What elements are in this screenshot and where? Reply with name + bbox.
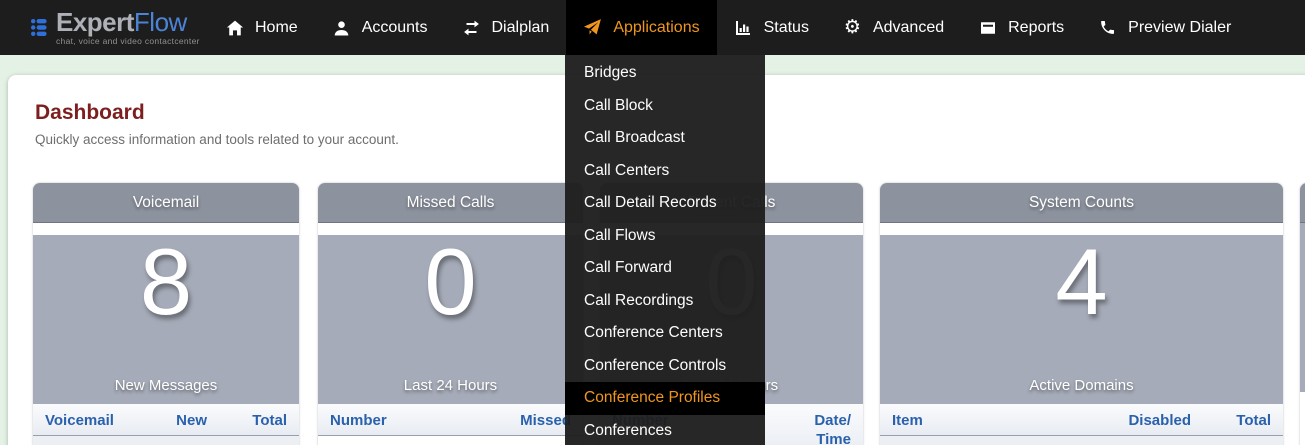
nav-item-home[interactable]: Home [208, 0, 315, 55]
card-value: 4 [880, 235, 1283, 329]
menu-item-call-broadcast[interactable]: Call Broadcast [565, 122, 765, 155]
phone-icon [1098, 18, 1117, 37]
nav-item-label: Advanced [873, 19, 944, 37]
card-title: System Counts [880, 183, 1283, 223]
card-value-label: Last 24 Hours [318, 377, 583, 394]
column-header-item: Item [892, 412, 1071, 429]
screen: ExpertFlow chat, voice and video contact… [0, 0, 1305, 445]
brand-logo-icon [30, 15, 52, 41]
menu-item-call-centers[interactable]: Call Centers [565, 155, 765, 188]
table-row: Domains04 [880, 436, 1283, 445]
nav-item-dialplan[interactable]: Dialplan [445, 0, 567, 55]
card-partial [1300, 183, 1305, 445]
menu-item-conference-controls[interactable]: Conference Controls [565, 350, 765, 383]
card-value: 8 [33, 235, 299, 329]
card-title: Voicemail [33, 183, 299, 223]
table-row: 362500 [33, 436, 299, 445]
bar-chart-icon [734, 18, 753, 37]
nav-item-label: Reports [1008, 19, 1064, 37]
nav-menu: Home Accounts Dialplan Applications Status ⚙ A… [208, 0, 1248, 55]
menu-item-call-detail-records[interactable]: Call Detail Records [565, 187, 765, 220]
user-icon [332, 18, 351, 37]
table-header-row: NumberMissed [318, 404, 583, 436]
nav-item-label: Applications [613, 19, 699, 37]
paper-plane-icon [583, 18, 602, 37]
menu-item-call-block[interactable]: Call Block [565, 90, 765, 123]
brand-name-primary: Expert [56, 7, 134, 37]
column-header-disabled: Disabled [1071, 412, 1191, 429]
card-value-label: Active Domains [880, 377, 1283, 394]
card-title [1300, 183, 1305, 223]
nav-item-advanced[interactable]: ⚙ Advanced [826, 0, 961, 55]
nav-item-label: Accounts [362, 19, 428, 37]
card-body [1300, 223, 1305, 392]
nav-item-label: Home [255, 19, 298, 37]
menu-item-call-flows[interactable]: Call Flows [565, 220, 765, 253]
report-icon [978, 18, 997, 37]
card-title: Missed Calls [318, 183, 583, 223]
card-body: 4 Active Domains [880, 235, 1283, 404]
column-header-voicemail: Voicemail [45, 412, 127, 429]
menu-item-bridges[interactable]: Bridges [565, 57, 765, 90]
column-header-number: Number [330, 412, 491, 429]
brand-tagline: chat, voice and video contactcenter [56, 37, 200, 46]
swap-arrows-icon [462, 18, 481, 37]
nav-item-applications[interactable]: Applications [566, 0, 716, 55]
column-header-new: New [127, 412, 207, 429]
menu-item-call-forward[interactable]: Call Forward [565, 252, 765, 285]
menu-item-conferences[interactable]: Conferences [565, 415, 765, 445]
column-header-date-time: Date/ Time [796, 412, 851, 445]
nav-item-accounts[interactable]: Accounts [315, 0, 445, 55]
nav-item-label: Dialplan [492, 19, 550, 37]
brand-logo[interactable]: ExpertFlow chat, voice and video contact… [30, 0, 200, 55]
card-body: 8 New Messages [33, 235, 299, 404]
nav-item-reports[interactable]: Reports [961, 0, 1081, 55]
column-header-total: Total [1191, 412, 1271, 429]
nav-item-status[interactable]: Status [717, 0, 826, 55]
card-missed-calls: Missed Calls0Last 24 HoursNumberMissedVi… [318, 183, 583, 445]
menu-item-call-recordings[interactable]: Call Recordings [565, 285, 765, 318]
card-system-counts: System Counts 4 Active Domains ItemDisabled… [880, 183, 1283, 445]
applications-dropdown-menu: BridgesCall BlockCall BroadcastCall Cent… [565, 55, 765, 445]
view-all-link[interactable]: View All [318, 436, 583, 445]
brand-text: ExpertFlow chat, voice and video contact… [56, 9, 200, 46]
column-header-missed: Missed [491, 412, 571, 429]
brand-name-secondary: Flow [134, 7, 187, 37]
top-navbar: ExpertFlow chat, voice and video contact… [0, 0, 1305, 55]
menu-item-conference-centers[interactable]: Conference Centers [565, 317, 765, 350]
nav-item-preview-dialer[interactable]: Preview Dialer [1081, 0, 1248, 55]
table-header-row: VoicemailNewTotal [33, 404, 299, 436]
nav-item-label: Status [764, 19, 809, 37]
nav-item-label: Preview Dialer [1128, 19, 1231, 37]
card-voicemail: Voicemail8New MessagesVoicemailNewTotal3… [33, 183, 299, 445]
card-value-label: New Messages [33, 377, 299, 394]
home-icon [225, 18, 244, 37]
column-header-total: Total [207, 412, 287, 429]
card-body: 0 Last 24 Hours [318, 235, 583, 404]
card-value: 0 [318, 235, 583, 329]
menu-item-conference-profiles[interactable]: Conference Profiles [565, 382, 765, 415]
table-header-row: ItemDisabledTotal [880, 404, 1283, 436]
gear-icon: ⚙ [843, 18, 862, 37]
